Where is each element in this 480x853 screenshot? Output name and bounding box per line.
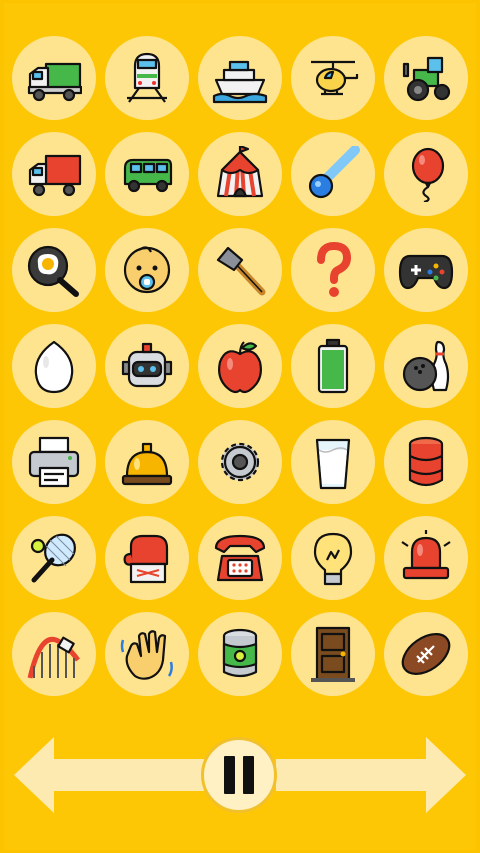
icon-tile[interactable] [198,612,282,696]
boxing-glove-icon [123,534,169,584]
icon-tile[interactable] [12,36,96,120]
icon-tile[interactable] [198,420,282,504]
icon-tile[interactable] [105,516,189,600]
icon-tile[interactable] [105,36,189,120]
icon-tile[interactable] [384,228,468,312]
circus-tent-icon [216,146,264,198]
game-controller-icon [398,254,454,290]
icon-tile[interactable] [105,324,189,408]
right-arrow-icon[interactable] [276,737,466,813]
icon-tile[interactable] [384,324,468,408]
apple-icon [218,341,262,394]
tennis-racket-icon [30,533,76,583]
frying-pan-egg-icon [27,245,79,297]
american-football-icon [401,633,451,675]
icon-tile[interactable] [12,228,96,312]
icon-tile[interactable] [198,36,282,120]
icon-tile[interactable] [291,36,375,120]
robot-icon [121,342,173,388]
icon-tile[interactable] [105,612,189,696]
printer-icon [28,436,80,488]
icon-tile[interactable] [198,228,282,312]
question-mark-icon [317,242,352,297]
icon-tile[interactable] [105,228,189,312]
bowling-icon [402,340,450,392]
bellhop-bell-icon [121,442,173,486]
glass-of-milk-icon [315,438,351,490]
delivery-truck-icon [27,62,82,102]
pause-icon [224,756,254,794]
icon-tile[interactable] [12,516,96,600]
comet-icon [308,146,360,199]
balloon-icon [411,147,445,202]
oil-drum-icon [408,436,444,487]
icon-tile[interactable] [384,132,468,216]
telephone-icon [214,534,266,582]
light-bulb-icon [313,532,353,586]
battery-icon [317,338,349,394]
icon-tile[interactable] [198,516,282,600]
pause-button[interactable] [201,737,277,813]
icon-tile[interactable] [384,516,468,600]
police-light-icon [401,530,451,580]
icon-tile[interactable] [105,132,189,216]
passenger-ship-icon [212,60,268,104]
navigation-bar [14,732,466,818]
moving-truck-icon [28,154,82,197]
icon-tile[interactable] [291,516,375,600]
icon-tile[interactable] [12,612,96,696]
icon-tile[interactable] [198,132,282,216]
icon-grid [12,36,468,696]
icon-tile[interactable] [198,324,282,408]
waving-hand-icon [120,630,173,680]
icon-tile[interactable] [384,36,468,120]
egg-icon [34,340,74,394]
door-icon [311,626,355,682]
icon-tile[interactable] [291,228,375,312]
icon-tile[interactable] [291,132,375,216]
icon-tile[interactable] [12,132,96,216]
icon-tile[interactable] [291,420,375,504]
icon-tile[interactable] [105,420,189,504]
high-speed-train-icon [127,52,167,103]
icon-tile[interactable] [384,612,468,696]
icon-tile[interactable] [384,420,468,504]
helicopter-icon [311,60,359,96]
icon-tile[interactable] [12,324,96,408]
left-arrow-icon[interactable] [14,737,204,813]
icon-tile[interactable] [291,612,375,696]
tractor-icon [402,56,451,102]
baby-icon [123,246,171,294]
canned-food-icon [222,628,258,678]
icon-tile[interactable] [291,324,375,408]
icon-tile[interactable] [12,420,96,504]
gear-icon [220,442,260,482]
roller-coaster-icon [27,636,80,679]
hammer-icon [216,246,266,296]
minibus-icon [123,158,173,193]
